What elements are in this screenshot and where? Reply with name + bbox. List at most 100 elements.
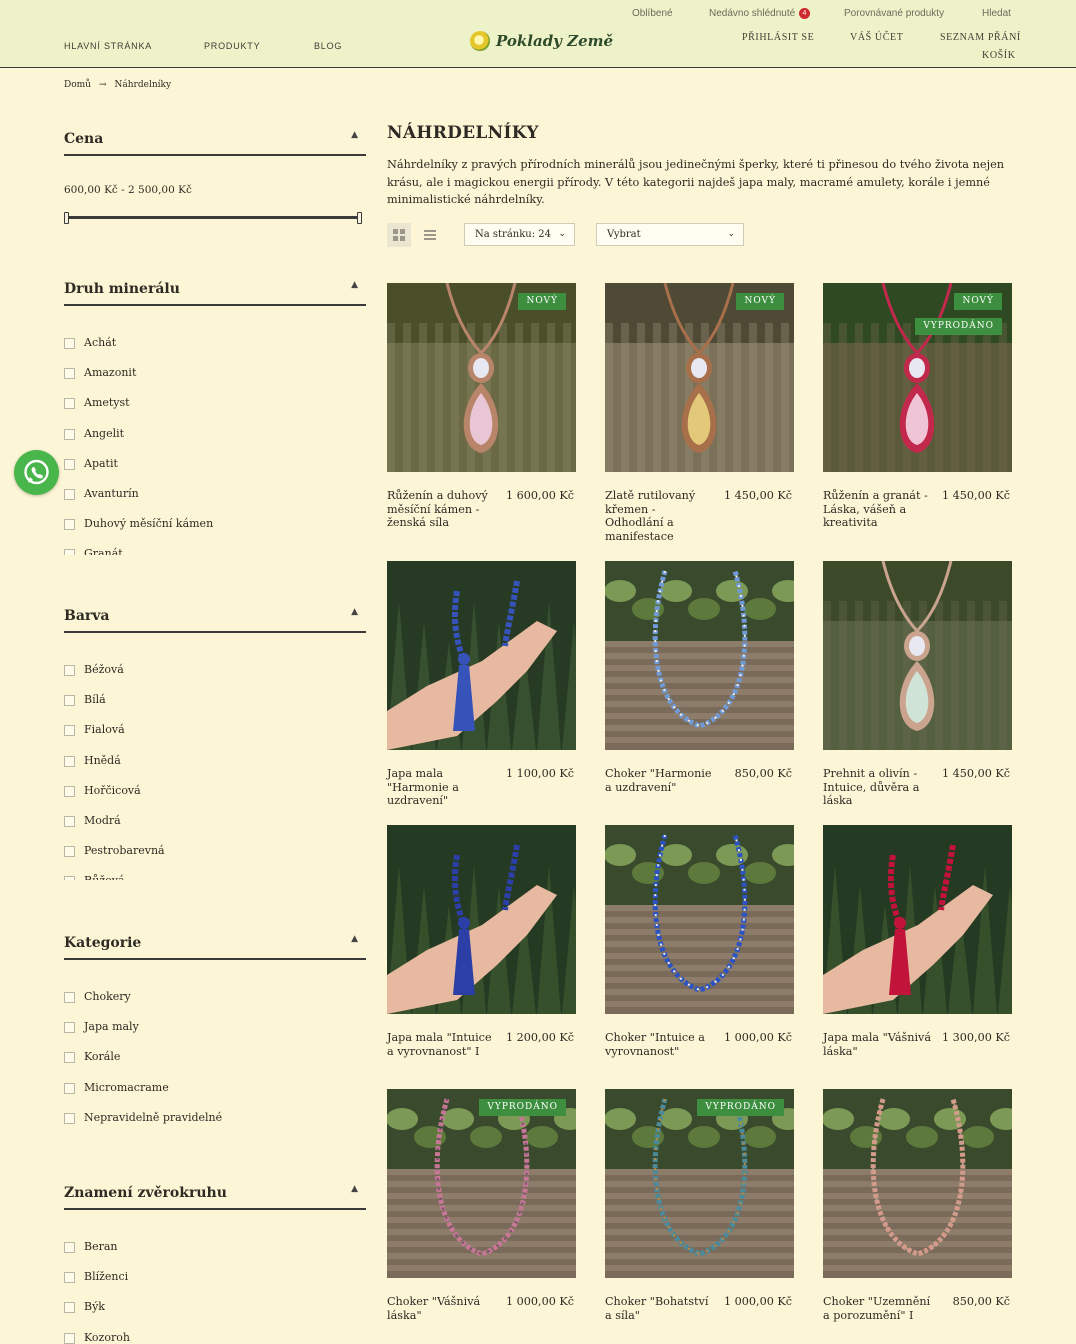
product-image[interactable] (605, 283, 794, 472)
product-name[interactable]: Japa mala "Intuice a vyrovnanost" I (387, 1031, 497, 1058)
product-card[interactable]: NOVÝ Růženín a duhový měsíční kámen - žen… (387, 283, 576, 529)
account-link[interactable]: VÁŠ ÚČET (850, 32, 903, 43)
product-image[interactable] (387, 1089, 576, 1278)
checkbox[interactable] (64, 549, 75, 555)
product-card[interactable]: NOVÝ VYPRODÁNO Růženín a granát - Láska, v… (823, 283, 1012, 529)
product-thumbnail[interactable] (605, 825, 794, 1014)
checkbox[interactable] (64, 846, 75, 858)
product-thumbnail[interactable]: VYPRODÁNO (605, 1089, 794, 1278)
product-thumbnail[interactable]: NOVÝ (605, 283, 794, 472)
checkbox[interactable] (64, 458, 75, 470)
checkbox[interactable] (64, 1082, 75, 1094)
checkbox[interactable] (64, 876, 75, 880)
filter-option[interactable]: Japa maly (64, 1017, 366, 1047)
checkbox[interactable] (64, 1302, 75, 1314)
slider-min-handle[interactable] (64, 212, 69, 224)
filter-option[interactable]: Fialová (64, 720, 366, 750)
product-image[interactable] (387, 283, 576, 472)
product-card[interactable]: Choker "Intuice a vyrovnanost" 1 000,00 K… (605, 825, 794, 1071)
product-thumbnail[interactable]: NOVÝ (387, 283, 576, 472)
filter-option[interactable]: Granát (64, 544, 366, 555)
checkbox[interactable] (64, 992, 75, 1003)
product-name[interactable]: Choker "Uzemnění a porozumění" I (823, 1295, 933, 1322)
slider-max-handle[interactable] (357, 212, 362, 224)
filter-option[interactable]: Hořčicová (64, 781, 366, 811)
checkbox[interactable] (64, 1112, 75, 1124)
checkbox[interactable] (64, 488, 75, 500)
per-page-select[interactable]: Na stránku: 24 ⌄ (464, 223, 575, 246)
product-thumbnail[interactable]: VYPRODÁNO (387, 1089, 576, 1278)
product-thumbnail[interactable] (823, 561, 1012, 750)
price-range-slider[interactable] (64, 212, 362, 224)
search-link[interactable]: Hledat (982, 8, 1011, 19)
checkbox[interactable] (64, 725, 75, 737)
grid-view-button[interactable] (387, 223, 411, 247)
filter-option[interactable]: Beran (64, 1237, 366, 1267)
checkbox[interactable] (64, 1052, 75, 1064)
product-image[interactable] (605, 825, 794, 1014)
checkbox[interactable] (64, 785, 75, 797)
product-card[interactable]: VYPRODÁNO Choker "Vášnivá láska" 1 000,00 … (387, 1089, 576, 1335)
list-view-button[interactable] (418, 223, 442, 247)
filter-option[interactable]: Hnědá (64, 751, 366, 781)
filter-option[interactable]: Apatit (64, 454, 366, 484)
product-image[interactable] (605, 1089, 794, 1278)
checkbox[interactable] (64, 1272, 75, 1284)
cart-link[interactable]: KOŠÍK (982, 50, 1016, 61)
checkbox[interactable] (64, 695, 75, 707)
product-thumbnail[interactable] (823, 1089, 1012, 1278)
product-image[interactable] (823, 561, 1012, 750)
filter-option[interactable]: Býk (64, 1297, 366, 1327)
product-name[interactable]: Růženín a granát - Láska, vášeň a kreati… (823, 489, 933, 530)
product-card[interactable]: Japa mala "Harmonie a uzdravení" 1 100,00… (387, 561, 576, 807)
product-name[interactable]: Prehnit a olivín - Intuice, důvěra a lás… (823, 767, 933, 808)
color-filter-header[interactable]: Barva ▲ (64, 605, 366, 633)
nav-products[interactable]: PRODUKTY (204, 41, 260, 51)
product-card[interactable]: Choker "Harmonie a uzdravení" 850,00 Kč (605, 561, 794, 807)
product-image[interactable] (823, 825, 1012, 1014)
checkbox[interactable] (64, 338, 75, 349)
product-image[interactable] (823, 1089, 1012, 1278)
breadcrumb-home[interactable]: Domů (64, 80, 91, 90)
filter-option[interactable]: Duhový měsíční kámen (64, 514, 366, 544)
filter-option[interactable]: Avanturín (64, 484, 366, 514)
brand-logo[interactable]: Poklady Země (470, 31, 613, 51)
product-card[interactable]: Japa mala "Vášnivá láska" 1 300,00 Kč (823, 825, 1012, 1071)
product-thumbnail[interactable] (387, 825, 576, 1014)
filter-option[interactable]: Béžová (64, 660, 366, 690)
product-name[interactable]: Japa mala "Vášnivá láska" (823, 1031, 933, 1058)
checkbox[interactable] (64, 368, 75, 380)
filter-option[interactable]: Achát (64, 333, 366, 363)
product-thumbnail[interactable]: NOVÝ VYPRODÁNO (823, 283, 1012, 472)
product-card[interactable]: Japa mala "Intuice a vyrovnanost" I 1 200… (387, 825, 576, 1071)
product-name[interactable]: Růženín a duhový měsíční kámen - ženská … (387, 489, 497, 530)
checkbox[interactable] (64, 1242, 75, 1253)
filter-option[interactable]: Pestrobarevná (64, 841, 366, 871)
product-image[interactable] (605, 561, 794, 750)
product-image[interactable] (387, 825, 576, 1014)
product-thumbnail[interactable] (605, 561, 794, 750)
filter-option[interactable]: Amazonit (64, 363, 366, 393)
product-name[interactable]: Choker "Intuice a vyrovnanost" (605, 1031, 715, 1058)
filter-option[interactable]: Modrá (64, 811, 366, 841)
filter-option[interactable]: Chokery (64, 987, 366, 1017)
mineral-filter-header[interactable]: Druh minerálu ▲ (64, 278, 366, 306)
product-thumbnail[interactable] (823, 825, 1012, 1014)
favorites-link[interactable]: Oblíbené (632, 8, 673, 19)
recently-viewed-link[interactable]: Nedávno shlédnuté 4 (709, 8, 810, 19)
product-name[interactable]: Japa mala "Harmonie a uzdravení" (387, 767, 497, 808)
checkbox[interactable] (64, 665, 75, 676)
nav-home[interactable]: HLAVNÍ STRÁNKA (64, 41, 152, 51)
filter-option[interactable]: Bílá (64, 690, 366, 720)
product-name[interactable]: Zlatě rutilovaný křemen - Odhodlání a ma… (605, 489, 715, 543)
checkbox[interactable] (64, 1332, 75, 1344)
checkbox[interactable] (64, 755, 75, 767)
checkbox[interactable] (64, 1022, 75, 1034)
product-card[interactable]: VYPRODÁNO Choker "Bohatství a síla" 1 000,… (605, 1089, 794, 1335)
price-filter-header[interactable]: Cena ▲ (64, 128, 366, 156)
filter-option[interactable]: Angelit (64, 424, 366, 454)
compare-link[interactable]: Porovnávané produkty (844, 8, 944, 19)
product-name[interactable]: Choker "Bohatství a síla" (605, 1295, 715, 1322)
product-thumbnail[interactable] (387, 561, 576, 750)
category-filter-header[interactable]: Kategorie ▲ (64, 932, 366, 960)
